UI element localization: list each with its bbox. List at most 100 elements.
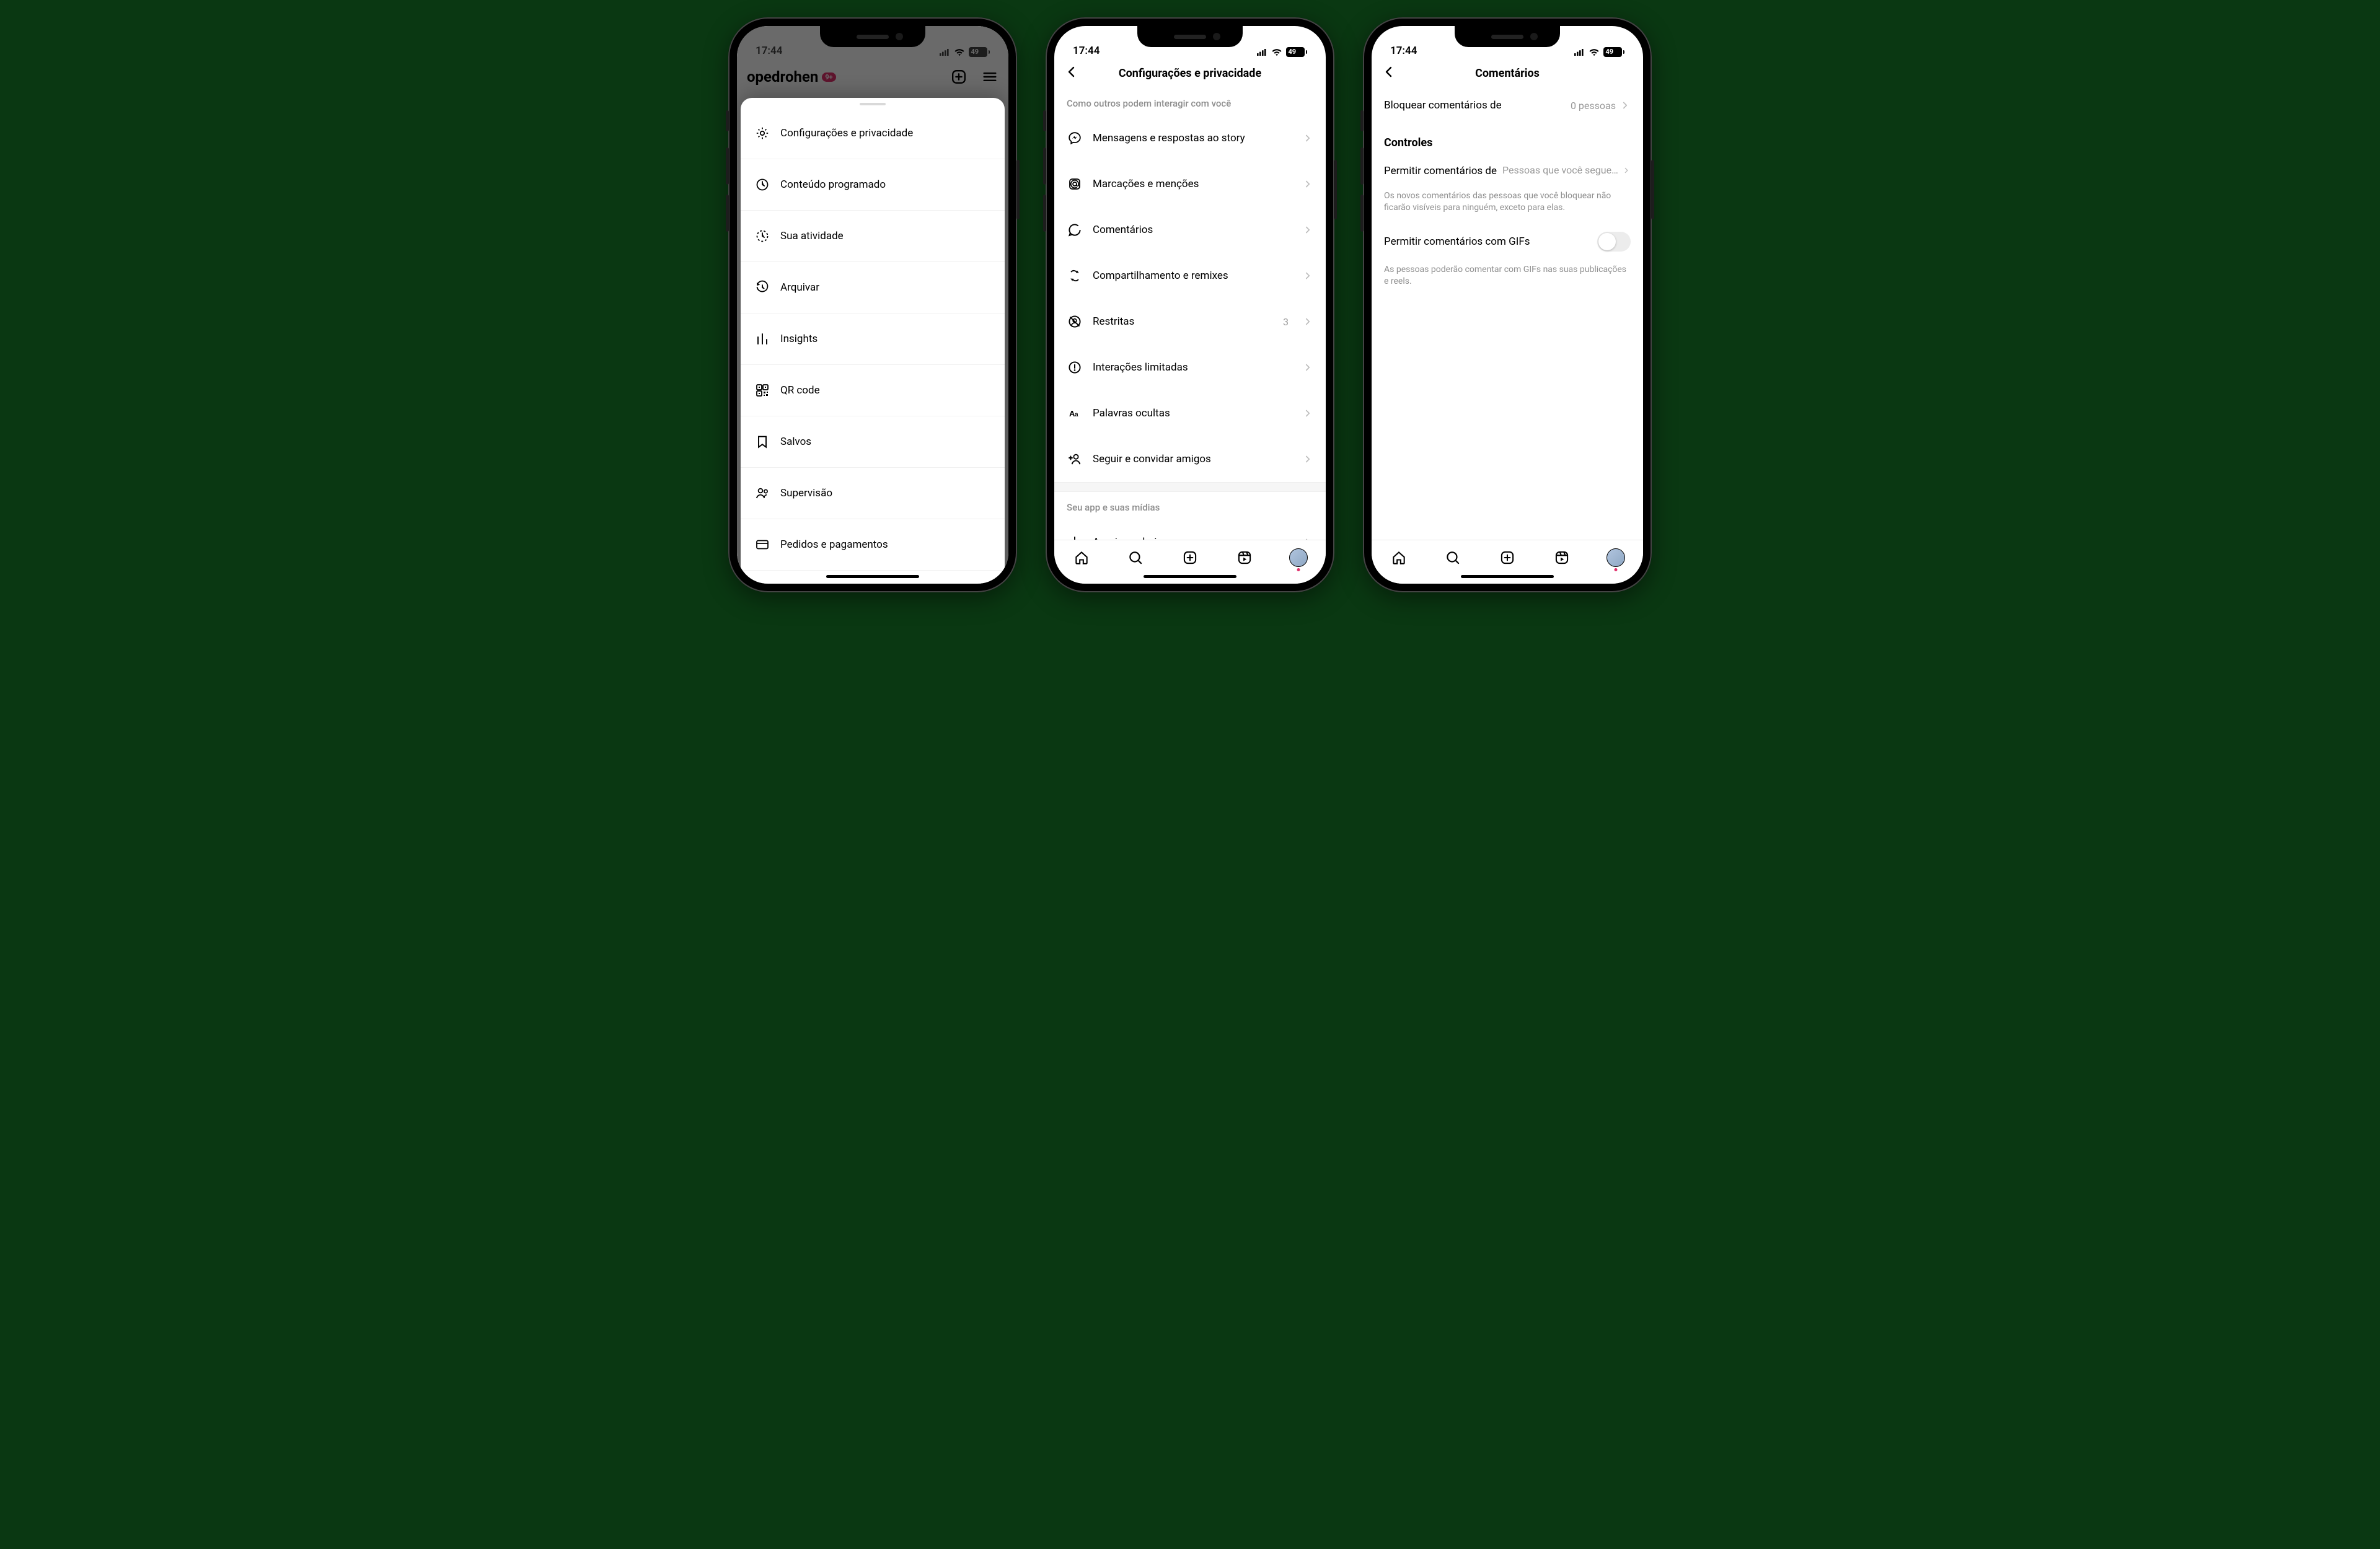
wifi-icon	[1589, 48, 1600, 56]
limit-icon	[1067, 360, 1083, 375]
settings-item-label: Comentários	[1093, 224, 1292, 236]
messenger-icon	[1067, 131, 1083, 146]
home-indicator[interactable]	[826, 575, 919, 578]
menu-item-archive[interactable]: Arquivar	[741, 262, 1005, 314]
menu-item-label: Pedidos e pagamentos	[780, 538, 888, 551]
gear-icon	[754, 126, 770, 141]
chart-icon	[754, 331, 770, 346]
battery-indicator: 49	[1286, 47, 1308, 57]
back-button[interactable]	[1378, 61, 1400, 86]
status-time: 17:44	[1073, 45, 1100, 57]
tab-home[interactable]	[1389, 548, 1409, 568]
section-header-app: Seu app e suas mídias	[1054, 492, 1326, 519]
chevron-right-icon	[1622, 165, 1631, 176]
settings-item-follow[interactable]: Seguir e convidar amigos	[1054, 436, 1326, 482]
settings-item-aa[interactable]: Palavras ocultas	[1054, 390, 1326, 436]
description-block-comments: Os novos comentários das pessoas que voc…	[1372, 189, 1643, 221]
battery-indicator: 49	[1603, 47, 1625, 57]
page-title: Configurações e privacidade	[1119, 67, 1261, 80]
chevron-right-icon	[1302, 454, 1313, 465]
menu-item-label: Insights	[780, 333, 818, 345]
menu-item-label: Sua atividade	[780, 230, 844, 242]
tab-profile[interactable]	[1606, 548, 1626, 568]
bookmark-icon	[754, 434, 770, 449]
settings-item-at[interactable]: Marcações e menções	[1054, 161, 1326, 207]
menu-item-card[interactable]: Pedidos e pagamentos	[741, 519, 1005, 571]
home-indicator[interactable]	[1461, 575, 1554, 578]
archive-icon	[754, 280, 770, 295]
chevron-right-icon	[1302, 224, 1313, 235]
tab-home[interactable]	[1072, 548, 1091, 568]
row-label: Bloquear comentários de	[1384, 99, 1502, 112]
cellular-icon	[1256, 48, 1267, 56]
clock-icon	[754, 177, 770, 192]
menu-item-label: Salvos	[780, 436, 811, 448]
chevron-right-icon	[1302, 362, 1313, 373]
menu-item-qr[interactable]: QR code	[741, 365, 1005, 416]
status-time: 17:44	[1390, 45, 1417, 57]
row-label: Permitir comentários com GIFs	[1384, 235, 1530, 248]
row-block-comments[interactable]: Bloquear comentários de 0 pessoas	[1372, 88, 1643, 123]
chevron-right-icon	[1302, 270, 1313, 281]
row-label: Permitir comentários de	[1384, 164, 1497, 178]
activity-icon	[754, 229, 770, 244]
settings-item-label: Marcações e menções	[1093, 178, 1292, 190]
phone-mockup-2: 17:44 49 Configurações e privacidade Com…	[1046, 17, 1334, 592]
menu-item-bookmark[interactable]: Salvos	[741, 416, 1005, 468]
row-allow-gif-comments: Permitir comentários com GIFs	[1372, 221, 1643, 263]
menu-item-label: Supervisão	[780, 487, 832, 499]
qr-icon	[754, 383, 770, 398]
wifi-icon	[1271, 48, 1282, 56]
chevron-right-icon	[1302, 133, 1313, 144]
at-icon	[1067, 177, 1083, 191]
settings-item-label: Mensagens e respostas ao story	[1093, 132, 1292, 144]
menu-item-activity[interactable]: Sua atividade	[741, 211, 1005, 262]
menu-item-supervise[interactable]: Supervisão	[741, 468, 1005, 519]
sheet-grabber[interactable]	[860, 103, 886, 105]
chevron-right-icon	[1302, 178, 1313, 190]
gif-comments-toggle[interactable]	[1597, 232, 1631, 252]
menu-item-gear[interactable]: Configurações e privacidade	[741, 108, 1005, 159]
section-header-controls: Controles	[1372, 123, 1643, 153]
chevron-right-icon	[1302, 408, 1313, 419]
back-button[interactable]	[1060, 61, 1083, 86]
card-icon	[754, 537, 770, 552]
restrict-icon	[1067, 314, 1083, 329]
cellular-icon	[1574, 48, 1585, 56]
settings-item-label: Seguir e convidar amigos	[1093, 453, 1292, 465]
page-title: Comentários	[1475, 67, 1540, 80]
tab-new-post[interactable]	[1180, 548, 1200, 568]
home-indicator[interactable]	[1144, 575, 1236, 578]
aa-icon	[1067, 406, 1083, 421]
phone-mockup-1: 17:44 49 opedrohen9+	[728, 17, 1017, 592]
supervise-icon	[754, 486, 770, 501]
settings-item-messenger[interactable]: Mensagens e respostas ao story	[1054, 115, 1326, 161]
comment-icon	[1067, 222, 1083, 237]
tab-profile[interactable]	[1289, 548, 1308, 568]
menu-item-chart[interactable]: Insights	[741, 314, 1005, 365]
avatar-icon	[1606, 548, 1625, 567]
settings-item-limit[interactable]: Interações limitadas	[1054, 344, 1326, 390]
settings-item-label: Restritas	[1093, 315, 1273, 328]
tab-search[interactable]	[1126, 548, 1145, 568]
settings-item-label: Compartilhamento e remixes	[1093, 270, 1292, 282]
row-allow-comments-from[interactable]: Permitir comentários de Pessoas que você…	[1372, 153, 1643, 189]
settings-item-share[interactable]: Compartilhamento e remixes	[1054, 253, 1326, 299]
tab-search[interactable]	[1443, 548, 1463, 568]
tab-new-post[interactable]	[1497, 548, 1517, 568]
avatar-icon	[1289, 548, 1308, 567]
settings-item-label: Palavras ocultas	[1093, 407, 1292, 419]
settings-item-comment[interactable]: Comentários	[1054, 207, 1326, 253]
nav-header: Comentários	[1372, 58, 1643, 88]
trailing-value: 3	[1283, 316, 1289, 328]
chevron-right-icon	[1302, 316, 1313, 327]
settings-item-restrict[interactable]: Restritas 3	[1054, 299, 1326, 344]
menu-item-label: Arquivar	[780, 281, 819, 294]
section-header-interaction: Como outros podem interagir com você	[1054, 88, 1326, 115]
menu-item-clock[interactable]: Conteúdo programado	[741, 159, 1005, 211]
share-icon	[1067, 268, 1083, 283]
phone-mockup-3: 17:44 49 Comentários Bloquear comentário…	[1363, 17, 1652, 592]
menu-item-label: QR code	[780, 384, 820, 397]
tab-reels[interactable]	[1552, 548, 1572, 568]
tab-reels[interactable]	[1235, 548, 1254, 568]
